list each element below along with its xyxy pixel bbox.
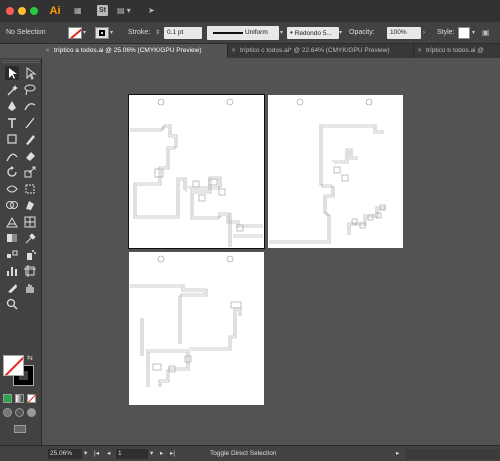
previous-artboard-button[interactable]: ◂ [107,446,110,461]
first-artboard-button[interactable]: |◂ [94,446,99,461]
gradient-tool-icon[interactable] [5,231,19,245]
screen-mode-icon[interactable] [14,425,26,433]
swap-fill-stroke-icon[interactable]: ⇆ [27,354,33,362]
draw-inside-icon[interactable] [27,408,36,417]
eyedropper-tool-icon[interactable] [23,231,37,245]
stepper-icon[interactable]: ⇕ [155,27,162,39]
pipe-illustration-1 [130,98,263,247]
chevron-down-icon[interactable]: ▾ [280,27,287,39]
opacity-label[interactable]: Opacity: [349,22,375,44]
document-tab-bar: ✕ tríptico a todos.ai @ 25.06% (CMYK/GPU … [42,44,500,58]
brush-definition-select[interactable]: • Redondo 5... [287,27,339,39]
slice-tool-icon[interactable] [5,281,19,295]
opacity-input[interactable]: 100% [387,27,421,39]
live-paint-tool-icon[interactable] [23,198,37,212]
profile-label: Uniform [245,29,268,36]
status-menu-arrow-icon[interactable]: ▸ [396,446,399,461]
next-artboard-button[interactable]: ▸ [160,446,163,461]
zoom-tool-icon[interactable] [5,297,19,311]
line-tool-icon[interactable] [23,116,37,130]
chevron-right-icon[interactable]: › [423,27,430,39]
fill-swatch[interactable] [68,27,82,39]
send-icon[interactable]: ➤ [148,5,155,17]
gradient-mode-icon[interactable] [15,394,24,403]
close-tab-icon[interactable]: ✕ [45,44,50,58]
tab-label: tríptico b todos.ai @ [426,47,484,54]
eraser-tool-icon[interactable] [23,149,37,163]
pen-tool-icon[interactable] [5,99,19,113]
document-setup-icon[interactable]: ▣ [482,27,490,39]
workspace-layout-icon[interactable]: ▤ ▾ [117,5,131,17]
chevron-down-icon[interactable]: ▾ [339,27,346,39]
chevron-down-icon[interactable]: ▾ [150,446,153,461]
color-mode-icon[interactable] [3,394,12,403]
shaper-tool-icon[interactable] [5,149,19,163]
chevron-down-icon[interactable]: ▾ [84,446,87,461]
magic-wand-tool-icon[interactable] [5,83,19,97]
selection-status: No Selection [6,29,46,36]
tab-triptico-c[interactable]: ✕ tríptico c todos.ai* @ 22.64% (CMYK/GPU… [228,44,414,58]
scale-tool-icon[interactable] [23,165,37,179]
blend-tool-icon[interactable] [5,248,19,262]
pipe-illustration-3 [130,255,242,387]
pipe-illustration-2 [269,98,386,244]
symbol-sprayer-tool-icon[interactable] [23,248,37,262]
none-mode-icon[interactable] [27,393,37,404]
zoom-level-select[interactable]: 25.06% [48,449,82,459]
tab-label: tríptico a todos.ai @ 25.06% (CMYK/GPU P… [54,47,202,54]
stroke-label[interactable]: Stroke: [128,22,150,44]
artboard-1[interactable] [129,95,264,248]
type-tool-icon[interactable] [5,116,19,130]
paintbrush-tool-icon[interactable] [23,132,37,146]
fill-color-box[interactable] [3,355,24,376]
close-window-button[interactable] [6,7,14,15]
horizontal-scrollbar[interactable] [406,449,500,459]
draw-normal-icon[interactable] [3,408,12,417]
chevron-down-icon[interactable]: ▾ [83,27,90,39]
hand-tool-icon[interactable] [23,281,37,295]
curvature-tool-icon[interactable] [23,99,37,113]
draw-behind-icon[interactable] [15,408,24,417]
artboard-tool-icon[interactable] [23,264,37,278]
tab-triptico-a[interactable]: ✕ tríptico a todos.ai @ 25.06% (CMYK/GPU … [42,44,228,58]
chevron-down-icon[interactable]: ▾ [472,27,479,39]
mesh-tool-icon[interactable] [23,215,37,229]
close-tab-icon[interactable]: ✕ [417,44,422,58]
shape-builder-tool-icon[interactable] [5,198,19,212]
app-logo-icon: Ai [49,5,61,17]
rotate-tool-icon[interactable] [5,165,19,179]
arrange-documents-icon[interactable]: ▦ [74,5,82,17]
tab-label: tríptico c todos.ai* @ 22.64% (CMYK/GPU … [240,47,390,54]
perspective-grid-tool-icon[interactable] [5,215,19,229]
lasso-tool-icon[interactable] [23,83,37,97]
variable-width-profile-select[interactable]: Uniform [207,26,279,40]
rectangle-tool-icon[interactable] [5,132,19,146]
tool-hint[interactable]: Toggle Direct Selection [210,446,276,461]
chevron-down-icon[interactable]: ▾ [110,27,117,39]
zoom-window-button[interactable] [30,7,38,15]
adobe-stock-icon[interactable]: St [97,5,108,16]
tab-triptico-b[interactable]: ✕ tríptico b todos.ai @ [414,44,500,58]
free-transform-tool-icon[interactable] [23,182,37,196]
tools-panel: ⇆ [0,58,42,445]
status-bar: 25.06% ▾ |◂ ◂ 1 ▾ ▸ ▸| Toggle Direct Sel… [0,445,500,461]
artboard-3[interactable] [129,252,264,405]
brush-name: Redondo 5... [294,30,332,37]
style-label: Style: [437,29,455,36]
control-bar: No Selection ▾ ▾ Stroke: ⇕ 0.1 pt Unifor… [0,22,500,44]
last-artboard-button[interactable]: ▸| [170,446,175,461]
stroke-weight-input[interactable]: 0.1 pt [164,27,202,39]
title-bar: Ai ▦ St ▤ ▾ ➤ [0,0,500,22]
selection-tool-icon[interactable] [5,66,19,80]
width-tool-icon[interactable] [5,182,19,196]
panel-grip[interactable] [2,60,40,63]
direct-selection-tool-icon[interactable] [23,66,37,80]
graphic-style-swatch[interactable] [458,27,470,39]
artboard-2[interactable] [268,95,403,248]
artboard-number-select[interactable]: 1 [116,449,148,459]
close-tab-icon[interactable]: ✕ [231,44,236,58]
stroke-swatch[interactable] [95,27,109,39]
minimize-window-button[interactable] [18,7,26,15]
column-graph-tool-icon[interactable] [5,264,19,278]
